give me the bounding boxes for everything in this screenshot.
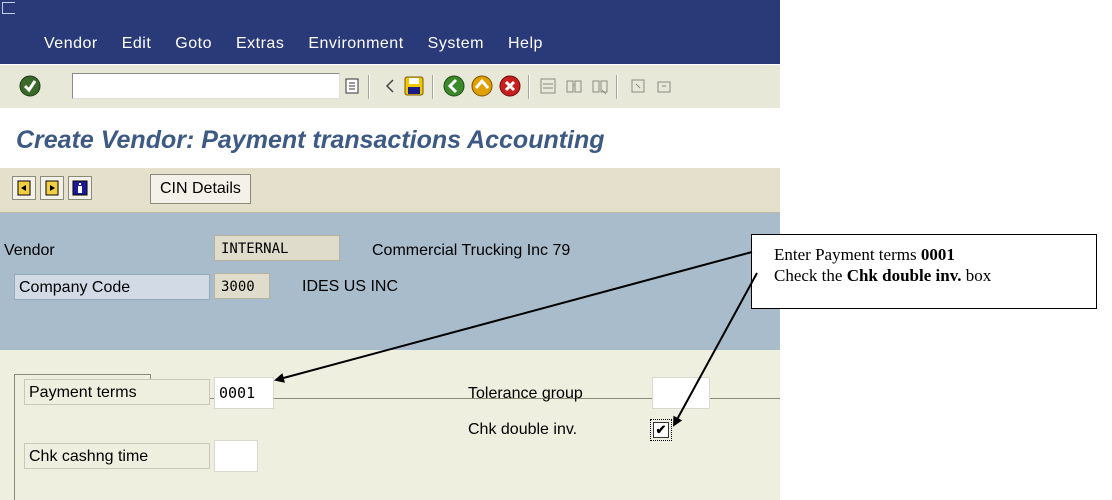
enter-icon[interactable] [18, 74, 42, 98]
payment-terms-label: Payment terms [24, 379, 210, 405]
tolerance-group-input[interactable] [652, 377, 710, 409]
exit-icon[interactable] [470, 74, 494, 98]
menu-environment[interactable]: Environment [308, 35, 403, 53]
menu-bar: Vendor Edit Goto Extras Environment Syst… [0, 0, 780, 64]
vendor-header: Vendor INTERNAL Commercial Trucking Inc … [0, 213, 780, 350]
page-title: Create Vendor: Payment transactions Acco… [16, 126, 605, 154]
menu-vendor[interactable]: Vendor [44, 35, 98, 53]
application-toolbar: CIN Details [0, 168, 780, 213]
company-code-label: Company Code [14, 274, 210, 300]
company-name: IDES US INC [302, 278, 399, 295]
chk-double-inv-checkbox[interactable]: ✔ [650, 419, 672, 441]
sap-window: Vendor Edit Goto Extras Environment Syst… [0, 0, 780, 500]
previous-screen-icon[interactable] [12, 176, 36, 200]
callout-line-2: Check the Chk double inv. box [774, 266, 992, 285]
next-screen-icon[interactable] [40, 176, 64, 200]
cin-details-button[interactable]: CIN Details [150, 174, 251, 204]
back-arrow-icon[interactable] [378, 74, 402, 98]
tolerance-group-label: Tolerance group [468, 385, 583, 402]
standard-toolbar [0, 64, 780, 110]
menu-extras[interactable]: Extras [236, 35, 284, 53]
chk-cashng-time-label: Chk cashng time [24, 443, 210, 469]
chk-double-inv-label: Chk double inv. [468, 421, 578, 438]
vendor-value: INTERNAL [214, 235, 340, 261]
previous-page-icon[interactable] [652, 74, 676, 98]
command-field[interactable] [72, 73, 340, 99]
callout-line-1: Enter Payment terms 0001 [774, 245, 955, 264]
menu-system[interactable]: System [428, 35, 484, 53]
instruction-callout: Enter Payment terms 0001 Check the Chk d… [751, 234, 1097, 309]
menu-goto[interactable]: Goto [175, 35, 212, 53]
save-icon[interactable] [402, 74, 426, 98]
checkmark-icon: ✔ [653, 422, 669, 438]
cancel-icon[interactable] [498, 74, 522, 98]
find-icon[interactable] [562, 74, 586, 98]
back-icon[interactable] [442, 74, 466, 98]
print-icon[interactable] [536, 74, 560, 98]
payment-terms-input[interactable]: 0001 [214, 377, 274, 409]
first-page-icon[interactable] [626, 74, 650, 98]
company-code-value: 3000 [214, 273, 270, 299]
info-icon[interactable] [68, 176, 92, 200]
vendor-label: Vendor [4, 242, 55, 259]
find-next-icon[interactable] [588, 74, 612, 98]
vendor-name: Commercial Trucking Inc 79 [372, 242, 571, 259]
payment-data-group: Payment data Payment terms 0001 Toleranc… [0, 350, 780, 500]
menu-help[interactable]: Help [508, 35, 543, 53]
chk-cashng-time-input[interactable] [214, 440, 258, 472]
title-bar: Create Vendor: Payment transactions Acco… [0, 108, 780, 168]
system-menu-icon[interactable] [2, 2, 15, 14]
menu-edit[interactable]: Edit [122, 35, 152, 53]
command-history-icon[interactable] [340, 74, 364, 98]
